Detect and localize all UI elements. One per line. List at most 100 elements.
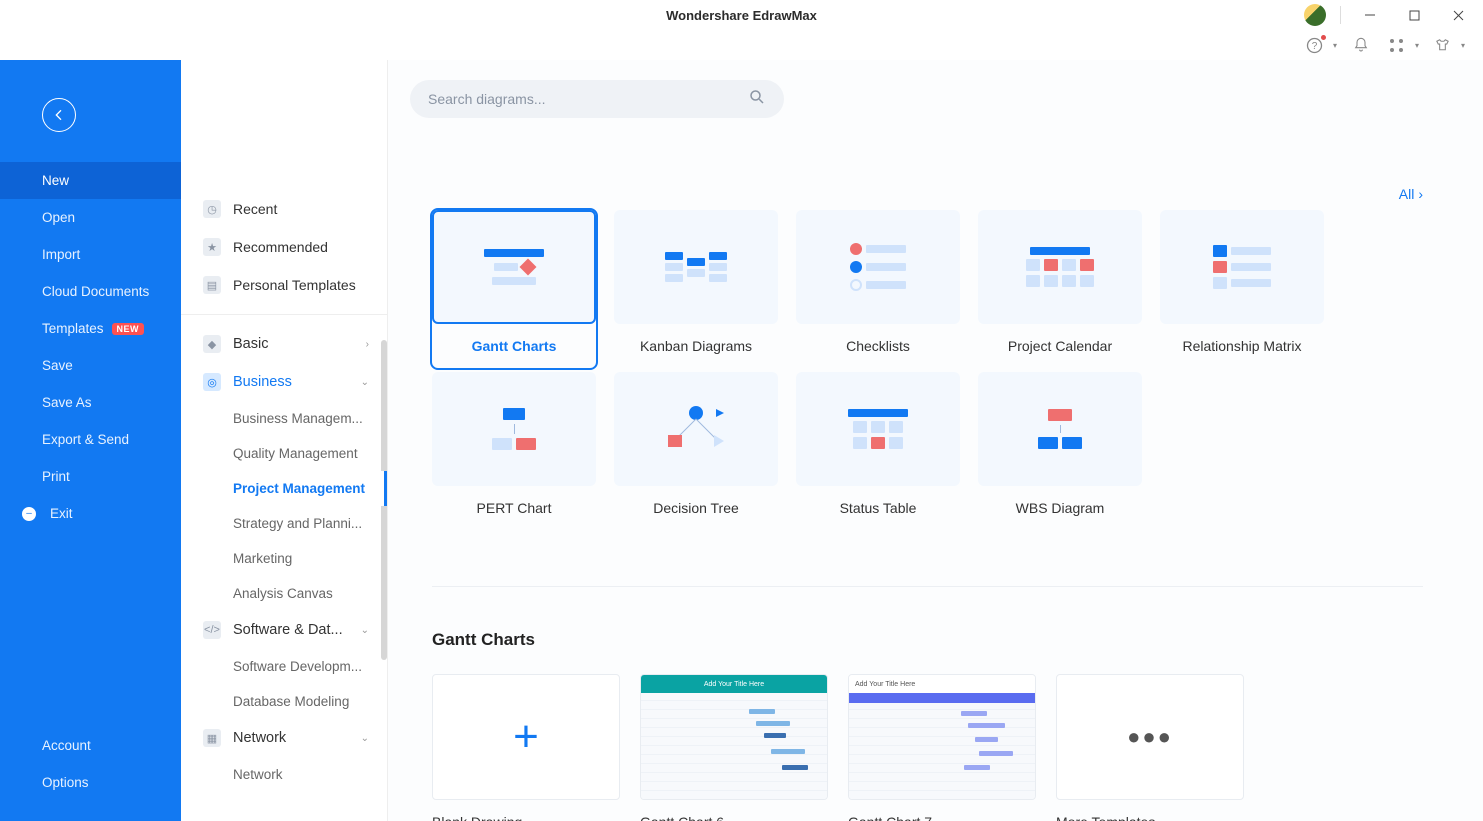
new-badge: NEW [112, 323, 145, 335]
subcategory-strategy-planning[interactable]: Strategy and Planni... [181, 506, 387, 541]
tile-thumbnail [432, 372, 596, 486]
thumb-title: Add Your Title Here [641, 675, 827, 693]
apps-icon[interactable] [1385, 33, 1409, 57]
minimize-button[interactable] [1355, 3, 1385, 27]
subcategory-business-management[interactable]: Business Managem... [181, 401, 387, 436]
category-label: Recommended [233, 239, 328, 255]
network-icon: ▦ [203, 729, 221, 747]
subcategory-database-modeling[interactable]: Database Modeling [181, 684, 387, 719]
sidebar-item-options[interactable]: Options [0, 764, 181, 801]
template-gantt-chart-6[interactable]: Add Your Title Here Gantt Chart 6 [640, 674, 828, 821]
subcategory-software-development[interactable]: Software Developm... [181, 649, 387, 684]
template-gantt-chart-7[interactable]: Add Your Title Here Gantt Chart 7 [848, 674, 1036, 821]
section-heading: Gantt Charts [432, 630, 535, 650]
thumb-title: Add Your Title Here [849, 675, 1035, 693]
template-label: Blank Drawing [432, 814, 620, 821]
maximize-button[interactable] [1399, 3, 1429, 27]
search-icon[interactable] [748, 88, 766, 111]
chevron-down-icon: ▾ [1333, 41, 1337, 50]
category-personal-templates[interactable]: ▤Personal Templates [181, 266, 387, 304]
sidebar-item-cloud-documents[interactable]: Cloud Documents [0, 273, 181, 310]
sidebar-item-label: Save As [42, 395, 92, 410]
tile-label: Status Table [796, 500, 960, 516]
sidebar-item-account[interactable]: Account [0, 727, 181, 764]
code-icon: </> [203, 621, 221, 639]
sidebar-item-label: Save [42, 358, 73, 373]
category-label: Personal Templates [233, 277, 356, 293]
category-business[interactable]: ◎Business⌄ [181, 363, 387, 401]
sidebar-item-open[interactable]: Open [0, 199, 181, 236]
content-area: All› Gantt Charts Kanban Diagrams Checkl… [388, 60, 1483, 821]
star-icon: ★ [203, 238, 221, 256]
tile-decision-tree[interactable]: Decision Tree [614, 372, 778, 516]
business-icon: ◎ [203, 373, 221, 391]
tile-label: Decision Tree [614, 500, 778, 516]
tile-thumbnail [978, 372, 1142, 486]
tile-thumbnail [1160, 210, 1324, 324]
search-box[interactable] [410, 80, 784, 118]
search-input[interactable] [428, 91, 748, 107]
sidebar-item-label: New [42, 173, 69, 188]
sidebar-item-templates[interactable]: TemplatesNEW [0, 310, 181, 347]
template-blank-drawing[interactable]: + Blank Drawing [432, 674, 620, 821]
chevron-down-icon: ⌄ [361, 377, 369, 388]
category-label: Network [233, 730, 286, 746]
template-thumbnail: ●●● [1056, 674, 1244, 800]
subcategory-quality-management[interactable]: Quality Management [181, 436, 387, 471]
tile-thumbnail [614, 210, 778, 324]
avatar[interactable] [1304, 4, 1326, 26]
close-button[interactable] [1443, 3, 1473, 27]
category-recent[interactable]: ◷Recent [181, 190, 387, 228]
all-link-label: All [1399, 186, 1415, 202]
category-software-database[interactable]: </>Software & Dat...⌄ [181, 611, 387, 649]
sidebar-item-save-as[interactable]: Save As [0, 384, 181, 421]
sidebar-item-print[interactable]: Print [0, 458, 181, 495]
help-icon[interactable]: ? [1303, 33, 1327, 57]
sidebar-item-import[interactable]: Import [0, 236, 181, 273]
sidebar-item-new[interactable]: New [0, 162, 181, 199]
subcategory-analysis-canvas[interactable]: Analysis Canvas [181, 576, 387, 611]
divider [432, 586, 1423, 587]
sidebar-item-save[interactable]: Save [0, 347, 181, 384]
chevron-right-icon: › [1418, 186, 1423, 202]
sidebar-item-label: Cloud Documents [42, 284, 149, 299]
tile-thumbnail [796, 210, 960, 324]
tile-label: WBS Diagram [978, 500, 1142, 516]
back-button[interactable] [42, 98, 76, 132]
title-bar: Wondershare EdrawMax [0, 0, 1483, 30]
sidebar-item-export-send[interactable]: Export & Send [0, 421, 181, 458]
tag-icon: ◆ [203, 335, 221, 353]
sidebar-item-label: Open [42, 210, 75, 225]
tile-relationship-matrix[interactable]: Relationship Matrix [1160, 210, 1324, 354]
template-more-templates[interactable]: ●●● More Templates [1056, 674, 1244, 821]
tile-gantt-charts[interactable]: Gantt Charts [432, 210, 596, 354]
subcategory-project-management[interactable]: Project Management [181, 471, 387, 506]
tile-label: Checklists [796, 338, 960, 354]
more-icon: ●●● [1127, 724, 1173, 750]
template-type-grid: Gantt Charts Kanban Diagrams Checklists … [432, 210, 1324, 516]
chevron-right-icon: › [366, 339, 369, 350]
category-network[interactable]: ▦Network⌄ [181, 719, 387, 757]
category-recommended[interactable]: ★ Recommended [181, 228, 387, 266]
all-link[interactable]: All› [1399, 186, 1423, 202]
category-label: Software & Dat... [233, 622, 343, 638]
subcategory-marketing[interactable]: Marketing [181, 541, 387, 576]
sidebar-item-exit[interactable]: –Exit [0, 495, 181, 532]
tile-status-table[interactable]: Status Table [796, 372, 960, 516]
sidebar-item-label: Exit [50, 506, 73, 521]
shirt-icon[interactable] [1431, 33, 1455, 57]
bell-icon[interactable] [1349, 33, 1373, 57]
clock-icon: ◷ [203, 200, 221, 218]
tile-project-calendar[interactable]: Project Calendar [978, 210, 1142, 354]
subcategory-network[interactable]: Network [181, 757, 387, 792]
exit-icon: – [22, 507, 36, 521]
category-basic[interactable]: ◆Basic› [181, 325, 387, 363]
plus-icon: + [513, 715, 539, 759]
tile-checklists[interactable]: Checklists [796, 210, 960, 354]
template-label: Gantt Chart 6 [640, 814, 828, 821]
tile-kanban-diagrams[interactable]: Kanban Diagrams [614, 210, 778, 354]
template-label: Gantt Chart 7 [848, 814, 1036, 821]
tile-wbs-diagram[interactable]: WBS Diagram [978, 372, 1142, 516]
template-thumbnail: Add Your Title Here [848, 674, 1036, 800]
tile-pert-chart[interactable]: PERT Chart [432, 372, 596, 516]
